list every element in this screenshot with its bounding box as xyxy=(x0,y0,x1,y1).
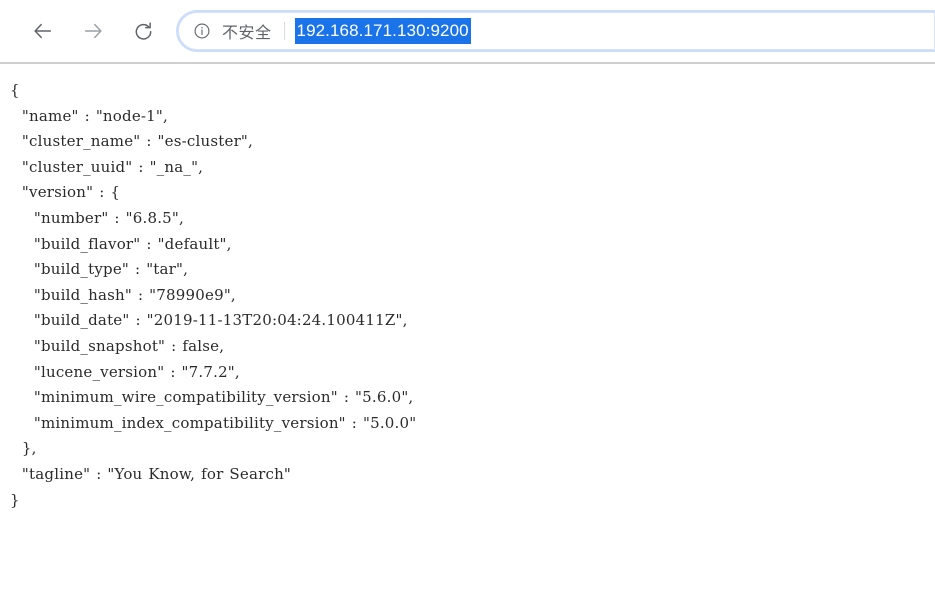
forward-button[interactable] xyxy=(76,14,110,48)
security-status-label[interactable]: 不安全 xyxy=(222,19,272,43)
browser-toolbar: 不安全 192.168.171.130:9200 xyxy=(0,0,935,62)
reload-button[interactable] xyxy=(126,14,160,48)
reload-icon xyxy=(133,21,154,42)
omnibox-divider xyxy=(283,22,285,40)
url-text[interactable]: 192.168.171.130:9200 xyxy=(294,18,471,44)
arrow-right-icon xyxy=(82,20,104,42)
address-bar[interactable]: 不安全 192.168.171.130:9200 xyxy=(178,12,935,50)
back-button[interactable] xyxy=(26,14,60,48)
page-content: { "name" : "node-1", "cluster_name" : "e… xyxy=(0,64,935,514)
json-response-body: { "name" : "node-1", "cluster_name" : "e… xyxy=(10,81,417,509)
arrow-left-icon xyxy=(32,20,54,42)
info-circle-icon[interactable] xyxy=(193,22,211,40)
